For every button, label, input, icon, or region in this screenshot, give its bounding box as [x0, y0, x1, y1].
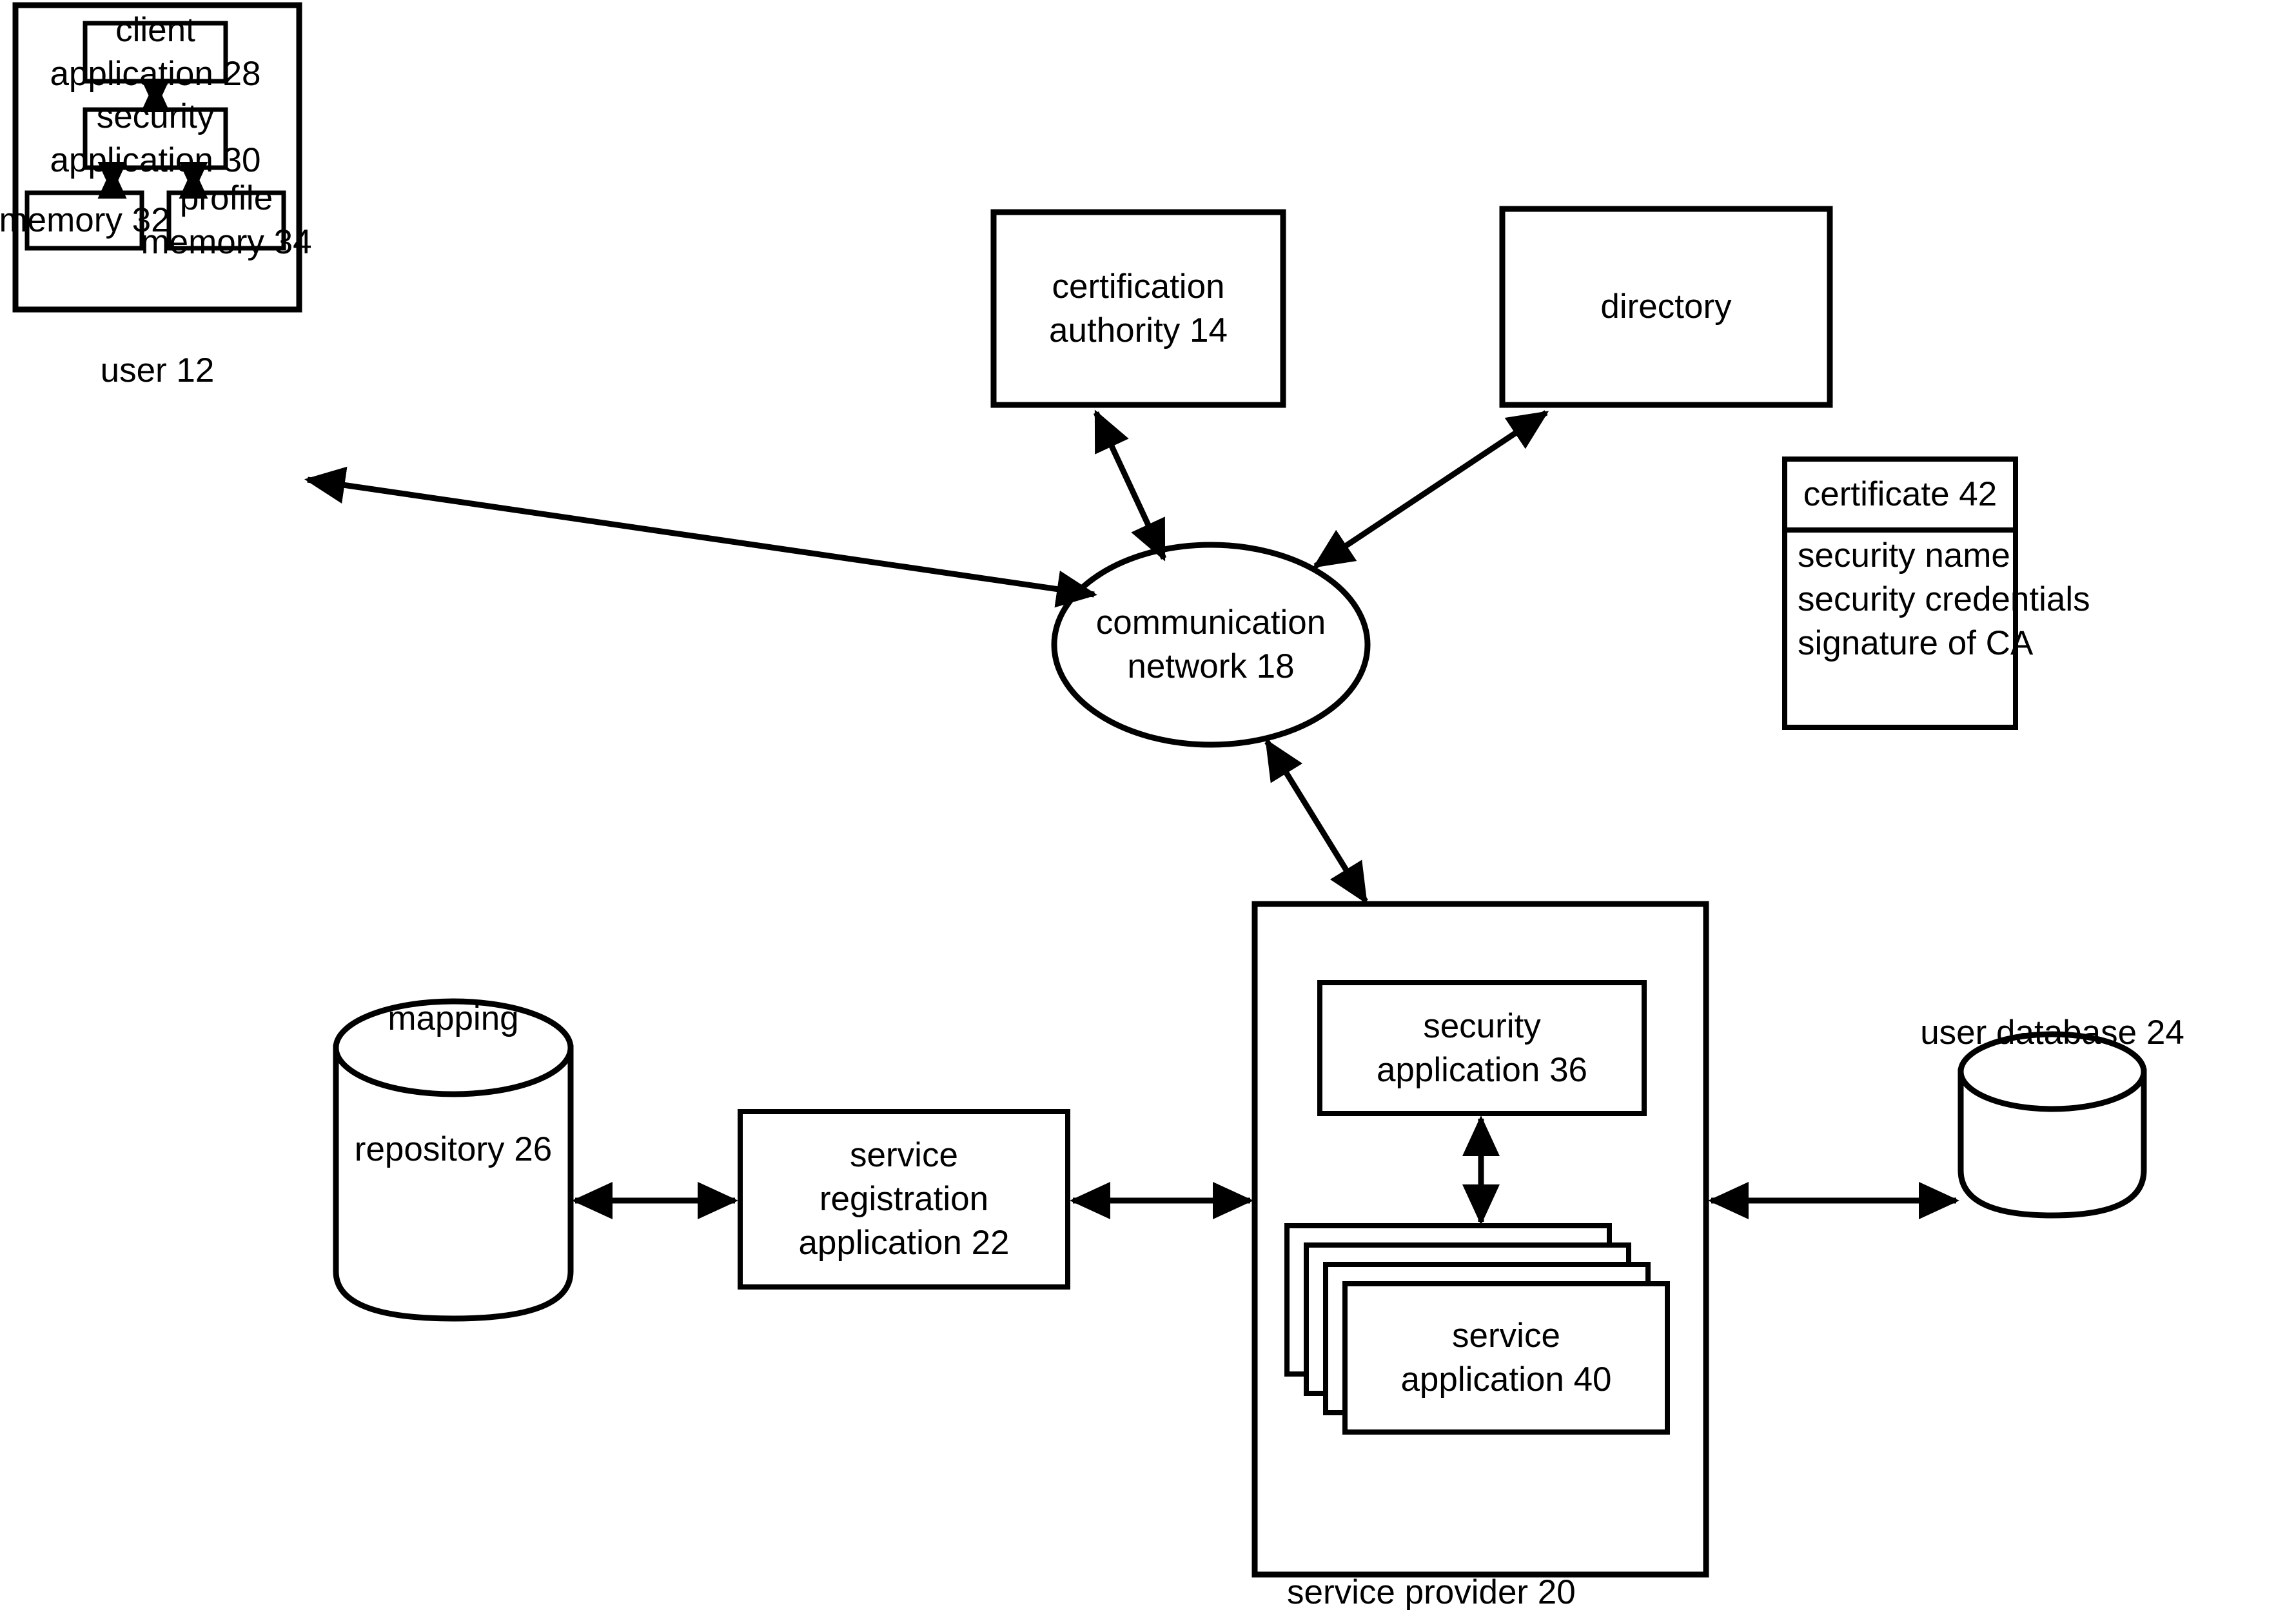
arrow-directory-to-network: [1312, 410, 1549, 569]
client-application-line-1: client: [115, 11, 195, 50]
arrow-user-to-network: [304, 466, 1097, 608]
security-application-36-label: security application 36: [1320, 983, 1644, 1114]
service-provider-container-label: service provider 20: [1287, 1483, 1674, 1610]
certificate-row-1: security credentials: [1798, 580, 2090, 618]
mapping-repository-line-2: repository 26: [354, 1130, 553, 1169]
arrow-ca-to-network: [1093, 409, 1167, 562]
certification-authority-line-1: certification: [1052, 267, 1225, 306]
arrow-network-to-service-provider: [1264, 738, 1368, 905]
service-registration-line-2: registration: [819, 1180, 989, 1219]
communication-network-line-1: communication: [1095, 604, 1326, 642]
mapping-repository-label: mapping repository 26: [279, 909, 627, 1259]
service-application-40-label: service application 40: [1345, 1284, 1667, 1432]
service-provider-container-label-text: service provider 20: [1287, 1573, 1576, 1610]
user-container-label: user 12: [15, 261, 299, 480]
security-application-30-line-2: application 30: [50, 141, 261, 179]
directory-line-1: directory: [1600, 288, 1732, 326]
user-database-label: user database 24: [1878, 923, 2226, 1142]
certificate-row-2: signature of CA: [1798, 623, 2034, 662]
service-registration-application-label: service registration application 22: [740, 1112, 1068, 1287]
profile-memory-34-line-2: memory 34: [141, 223, 312, 261]
directory-label: directory: [1502, 209, 1830, 405]
figure-canvas: client application 28 security applicati…: [0, 0, 2296, 1610]
client-application-line-2: application 28: [50, 55, 261, 93]
service-application-40-line-1: service: [1452, 1317, 1560, 1355]
certificate-row-0: security name: [1798, 536, 2010, 574]
user-database-line-1: user database 24: [1920, 1013, 2184, 1052]
security-application-30-line-1: security: [96, 97, 215, 136]
profile-memory-34-label: profile memory 34: [141, 179, 311, 261]
user-container-label-text: user 12: [100, 351, 215, 389]
service-registration-line-1: service: [850, 1136, 958, 1175]
certification-authority-label: certification authority 14: [994, 212, 1283, 405]
communication-network-line-2: network 18: [1127, 647, 1295, 685]
certificate-title-text: certificate 42: [1803, 475, 1997, 514]
certificate-rows: security name security credentials signa…: [1798, 534, 2090, 669]
profile-memory-34-line-1: profile: [179, 179, 273, 218]
certificate-title: certificate 42: [1785, 459, 2016, 530]
service-application-40-line-2: application 40: [1400, 1360, 1612, 1399]
memory-32-label: memory 32: [0, 193, 170, 248]
security-application-30-label: security application 30: [50, 97, 260, 179]
client-application-label: client application 28: [50, 11, 260, 93]
mapping-repository-line-1: mapping: [388, 999, 519, 1037]
certification-authority-line-2: authority 14: [1049, 311, 1228, 349]
security-application-36-line-1: security: [1423, 1006, 1541, 1045]
service-registration-line-3: application 22: [798, 1223, 1010, 1262]
communication-network-label: communication network 18: [1054, 584, 1368, 706]
security-application-36-line-2: application 36: [1376, 1050, 1588, 1089]
